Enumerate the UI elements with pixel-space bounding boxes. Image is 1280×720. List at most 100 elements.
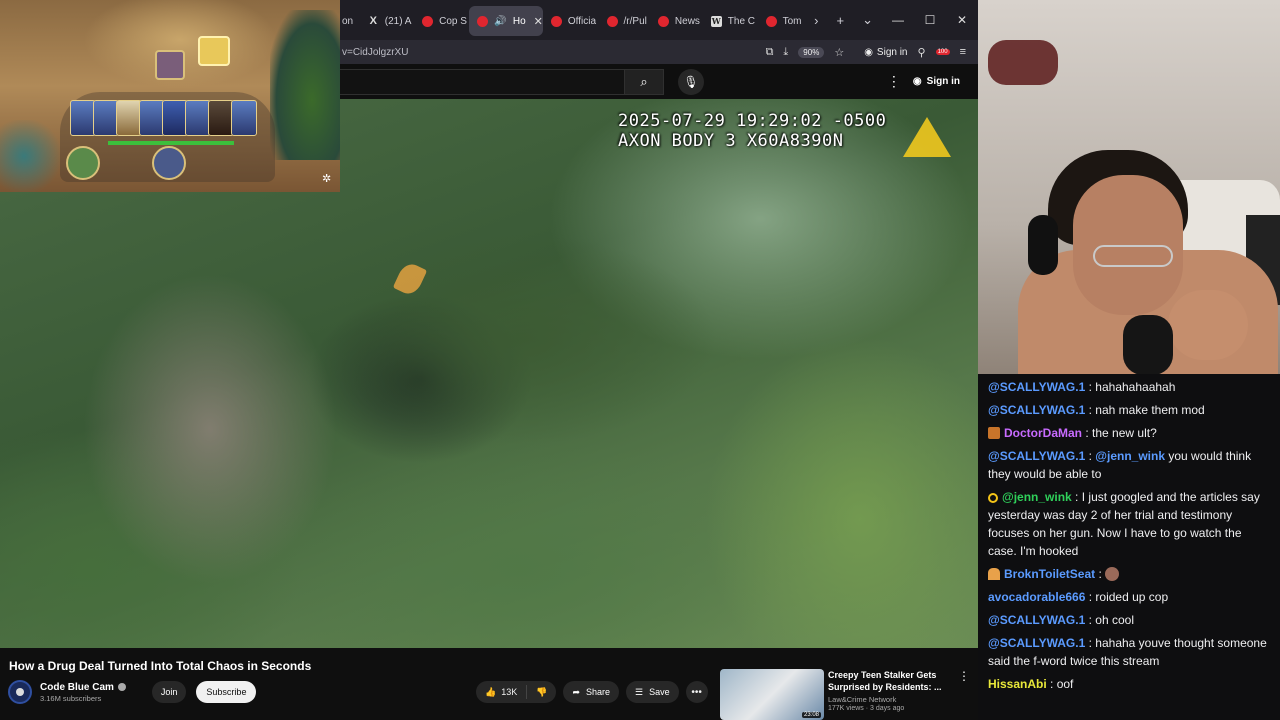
youtube-sign-in-button[interactable]: ◉ Sign in [913, 76, 960, 87]
axon-logo-icon [903, 117, 951, 157]
picture-in-picture-icon[interactable]: ⧉ [766, 46, 774, 59]
recommended-menu-icon[interactable]: ⋮ [958, 669, 970, 720]
tab-scroll-right-icon[interactable]: › [805, 13, 827, 28]
chat-text: hahahahaahah [1095, 380, 1176, 394]
save-page-icon[interactable]: ⤓ [783, 46, 788, 59]
speaker-icon[interactable]: 🔊 [494, 16, 506, 27]
chat-message: @SCALLYWAG.1 : hahahahaahah [988, 380, 1176, 394]
microphone-icon [1123, 315, 1173, 374]
chat-message: avocadorable666 : roided up cop [988, 590, 1169, 604]
subscriber-count: 3.16M subscribers [40, 693, 102, 703]
bookmark-star-icon[interactable]: ☆ [834, 46, 844, 59]
tab-list-chevron-icon[interactable]: ⌄ [853, 12, 882, 28]
channel-avatar[interactable] [8, 680, 32, 704]
address-bar-icons: ⧉ ⤓ 90% ☆ ◉ Sign in ⚲ 100 ≡ [766, 46, 966, 59]
video-metadata: How a Drug Deal Turned Into Total Chaos … [0, 648, 978, 720]
chat-message: @jenn_wink : I just googled and the arti… [988, 490, 1260, 558]
browser-tab-active[interactable]: 🔊 Ho ✕ [469, 6, 543, 36]
browser-tab[interactable]: Officia [543, 6, 599, 36]
minimize-icon[interactable]: — [882, 13, 914, 27]
hat-badge-icon [988, 427, 1000, 439]
account-icon: ◉ [864, 46, 873, 58]
extension-badge[interactable]: 100 [935, 49, 950, 55]
youtube-favicon-icon [765, 15, 777, 27]
join-button[interactable]: Join [151, 681, 187, 703]
chat-message: @SCALLYWAG.1 : nah make them mod [988, 403, 1205, 417]
share-button[interactable]: ➦ Share [563, 681, 620, 703]
tab-label: Cop S [439, 15, 467, 27]
chat-username[interactable]: @jenn_wink [1002, 490, 1072, 504]
tab-label: (21) A [384, 15, 412, 27]
dislike-button[interactable]: 👎 [527, 687, 556, 698]
hero-power-portrait [66, 146, 100, 180]
browser-tab[interactable]: X (21) A [360, 6, 414, 36]
chat-message: BroknToiletSeat : [988, 565, 1272, 583]
channel-name[interactable]: Code Blue Cam [40, 682, 114, 693]
extensions-icon[interactable]: ⚲ [918, 46, 926, 59]
like-button[interactable]: 👍 13K [476, 685, 528, 699]
share-label: Share [586, 687, 611, 697]
chat-username[interactable]: @SCALLYWAG.1 [988, 636, 1085, 650]
bodycam-timestamp: 2025-07-29 19:29:02 -0500 [618, 111, 887, 131]
share-arrow-icon: ➦ [572, 686, 580, 697]
browser-tab[interactable]: News [650, 6, 703, 36]
chat-username[interactable]: @SCALLYWAG.1 [988, 613, 1085, 627]
search-icon: ⌕ [640, 73, 648, 89]
chat-username[interactable]: DoctorDaMan [1004, 426, 1082, 440]
minion-card [231, 100, 257, 136]
wikipedia-favicon-icon: W [710, 15, 722, 27]
youtube-favicon-icon [422, 15, 434, 27]
chat-text: the new ult? [1092, 426, 1157, 440]
settings-kebab-icon[interactable]: ⋮ [887, 73, 901, 90]
account-icon: ◉ [912, 76, 922, 87]
like-count: 13K [501, 687, 518, 697]
chat-text: oh cool [1095, 613, 1134, 627]
save-button[interactable]: ☰ Save [626, 681, 679, 703]
search-input[interactable] [340, 68, 624, 95]
youtube-header: ⌕ 🎙 ⋮ ◉ Sign in [340, 64, 978, 99]
voice-search-button[interactable]: 🎙 [678, 68, 704, 95]
browser-tab[interactable]: Tom [758, 6, 806, 36]
chat-username[interactable]: BroknToiletSeat [1004, 567, 1095, 581]
game-capture-overlay: ✲ [0, 0, 340, 192]
recommended-video[interactable]: 23:08 Creepy Teen Stalker Gets Surprised… [720, 669, 978, 720]
close-window-icon[interactable]: ✕ [946, 13, 978, 27]
recommended-title[interactable]: Creepy Teen Stalker Gets Surprised by Re… [828, 669, 946, 693]
app-menu-icon[interactable]: ≡ [960, 46, 966, 58]
chat-emote-icon [1105, 567, 1120, 581]
chat-username[interactable]: @SCALLYWAG.1 [988, 449, 1085, 463]
thumbs-up-icon: 👍 [485, 686, 497, 697]
channel-row: Code Blue Cam 3.16M subscribers Join Sub… [8, 680, 257, 704]
channel-name-row: Code Blue Cam [40, 682, 126, 693]
browser-tab[interactable]: on [340, 6, 360, 36]
search-button[interactable]: ⌕ [624, 68, 664, 95]
health-bar [108, 141, 234, 145]
browser-tab[interactable]: W The C [703, 6, 758, 36]
chat-username[interactable]: HissanAbi [988, 677, 1047, 691]
chat-username[interactable]: @SCALLYWAG.1 [988, 380, 1085, 394]
browser-tab[interactable]: Cop S [414, 6, 469, 36]
headset-icon [1028, 215, 1058, 275]
youtube-favicon-icon [477, 15, 489, 27]
address-bar[interactable]: v=CidJolgzrXU ⧉ ⤓ 90% ☆ ◉ Sign in ⚲ 100 ≡ [340, 40, 978, 64]
more-dots-icon: ••• [691, 686, 702, 698]
reddit-favicon-icon [606, 15, 618, 27]
zoom-level[interactable]: 90% [798, 46, 825, 58]
tab-close-icon[interactable]: ✕ [534, 15, 543, 28]
chat-message: HissanAbi : oof [988, 677, 1074, 691]
background-decor [988, 40, 1058, 85]
subscribe-button[interactable]: Subscribe [196, 681, 257, 703]
stream-layout: 2025-07-29 19:29:02 -0500 AXON BODY 3 X6… [0, 0, 1280, 720]
more-actions-button[interactable]: ••• [685, 681, 708, 703]
chat-username[interactable]: @SCALLYWAG.1 [988, 403, 1085, 417]
recommended-thumbnail[interactable]: 23:08 [720, 669, 824, 720]
chat-username[interactable]: avocadorable666 [988, 590, 1085, 604]
browser-sign-in-button[interactable]: ◉ Sign in [864, 47, 907, 58]
maximize-icon[interactable]: ☐ [914, 13, 946, 27]
chat-text: oof [1056, 677, 1074, 691]
url-text[interactable]: v=CidJolgzrXU [342, 47, 766, 58]
browser-tab[interactable]: /r/Pul [599, 6, 650, 36]
tab-label: on [342, 15, 354, 27]
chat-mention[interactable]: @jenn_wink [1095, 449, 1165, 463]
new-tab-icon[interactable]: + [827, 13, 853, 28]
